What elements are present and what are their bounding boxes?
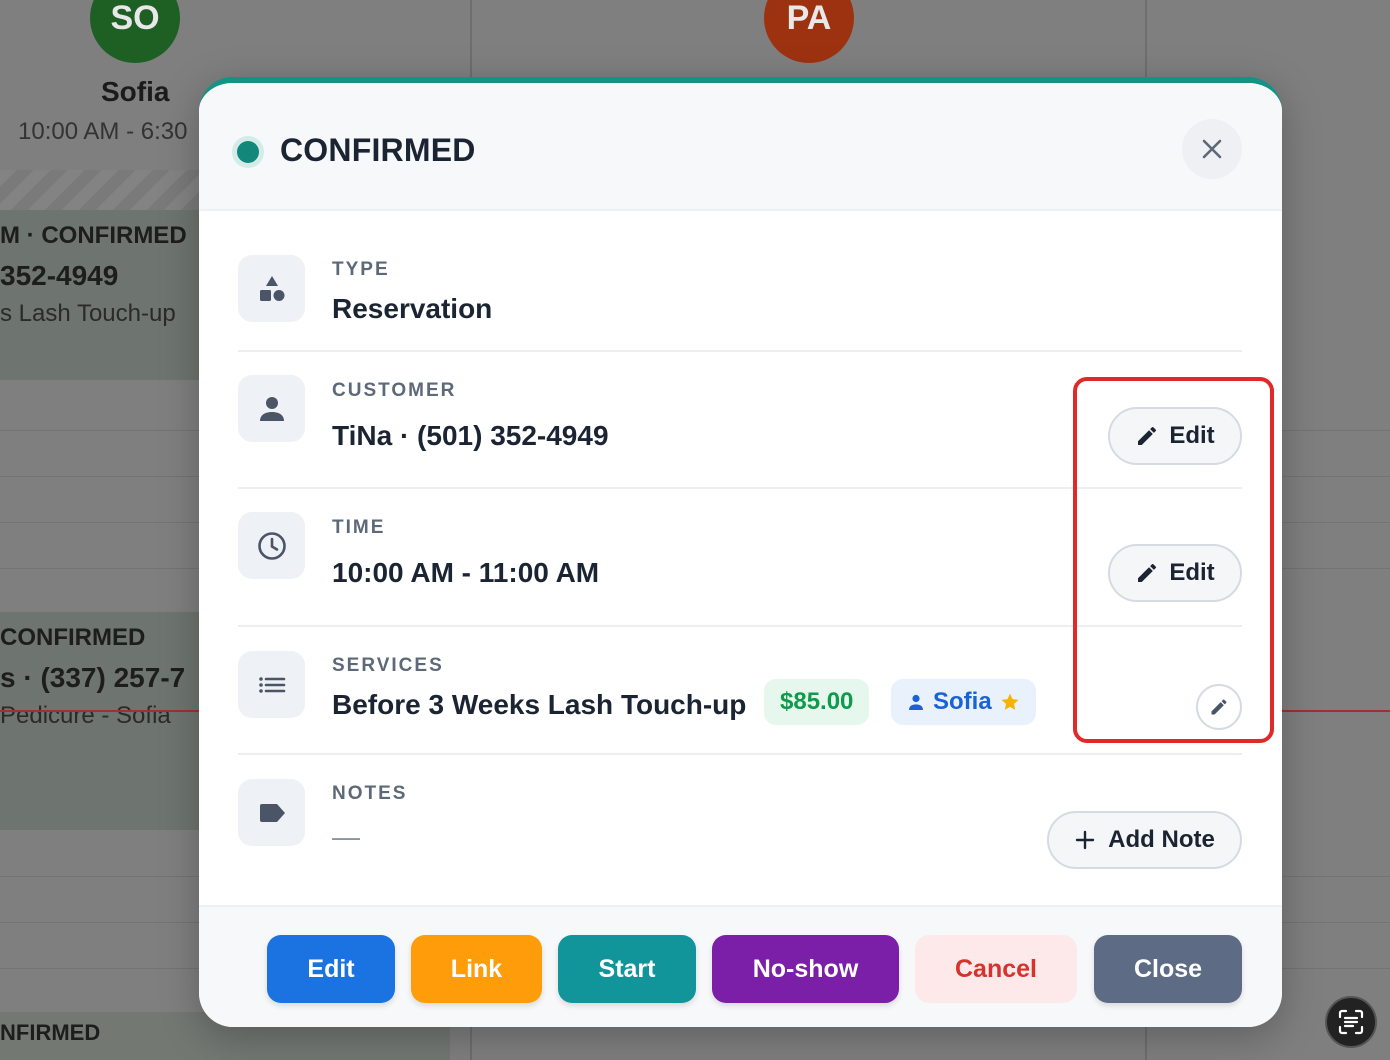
service-name: Before 3 Weeks Lash Touch-up <box>332 689 747 720</box>
edit-customer-button[interactable]: Edit <box>1108 407 1242 465</box>
pencil-icon <box>1138 563 1157 582</box>
star-icon <box>1001 693 1019 710</box>
services-label: SERVICES <box>332 655 444 676</box>
notes-row: NOTES — Add Note <box>238 755 1242 905</box>
edit-services-button[interactable] <box>1196 684 1242 730</box>
edit-time-button[interactable]: Edit <box>1108 544 1242 602</box>
start-button[interactable]: Start <box>558 935 696 1003</box>
tag-icon <box>238 779 305 846</box>
close-button-footer[interactable]: Close <box>1094 935 1242 1003</box>
appointment-phone: 352-4949 <box>0 260 119 291</box>
appointment-phone: s · (337) 257-7 <box>0 662 186 693</box>
services-row: SERVICES Before 3 Weeks Lash Touch-up $8… <box>238 627 1242 755</box>
edit-button-label: Edit <box>307 954 355 983</box>
scan-text-button[interactable] <box>1325 996 1377 1048</box>
link-button-label: Link <box>450 954 503 983</box>
pencil-icon <box>1138 426 1157 445</box>
close-button-label: Close <box>1133 954 1203 983</box>
person-icon <box>909 694 923 710</box>
type-value: Reservation <box>332 293 493 324</box>
type-row: TYPE Reservation <box>238 235 1242 352</box>
edit-label: Edit <box>1169 422 1215 449</box>
service-price: $85.00 <box>780 688 854 715</box>
scan-text-icon <box>1338 1009 1364 1035</box>
customer-value: TiNa · (501) 352-4949 <box>332 420 609 451</box>
service-price-badge: $85.00 <box>764 679 870 725</box>
close-button[interactable] <box>1182 119 1242 179</box>
appointment-status: CONFIRMED <box>0 624 146 651</box>
clock-icon <box>238 512 305 579</box>
time-label: TIME <box>332 517 386 538</box>
no-show-button[interactable]: No-show <box>712 935 899 1003</box>
notes-value: — <box>332 821 360 852</box>
blocked-time <box>0 170 200 210</box>
notes-label: NOTES <box>332 783 408 804</box>
cancel-button-label: Cancel <box>955 954 1037 983</box>
add-note-button[interactable]: Add Note <box>1047 811 1242 869</box>
appointment-details-modal: CONFIRMED TYPE Reservation CUSTOMER TiNa… <box>199 77 1282 1027</box>
appointment-status: NFIRMED <box>0 1020 101 1045</box>
type-label: TYPE <box>332 259 390 280</box>
appointment-service: Pedicure - Sofia <box>0 702 171 729</box>
staff-hours: 10:00 AM - 6:30 <box>18 118 188 145</box>
time-value: 10:00 AM - 11:00 AM <box>332 557 600 588</box>
shapes-icon <box>238 255 305 322</box>
service-staff-name: Sofia <box>933 688 992 715</box>
staff-avatar[interactable]: SO <box>90 0 180 63</box>
current-time-line <box>0 710 200 712</box>
staff-avatar[interactable]: PA <box>764 0 854 63</box>
no-show-button-label: No-show <box>752 954 859 983</box>
service-staff-badge: Sofia <box>891 679 1036 725</box>
appointment-status: M · CONFIRMED <box>0 222 187 249</box>
pencil-icon <box>1211 699 1227 715</box>
modal-footer: Edit Link Start No-show Cancel Close <box>199 905 1282 1027</box>
list-icon <box>238 651 305 718</box>
close-icon <box>1202 139 1222 159</box>
link-button[interactable]: Link <box>411 935 542 1003</box>
status-title: CONFIRMED <box>280 132 476 168</box>
edit-label: Edit <box>1169 559 1215 586</box>
customer-label: CUSTOMER <box>332 380 457 401</box>
start-button-label: Start <box>598 954 656 983</box>
avatar-initials: SO <box>110 0 160 37</box>
staff-name: Sofia <box>101 76 170 107</box>
add-note-label: Add Note <box>1108 826 1215 853</box>
status-dot <box>237 141 259 163</box>
current-time-line <box>1282 710 1390 712</box>
time-row: TIME 10:00 AM - 11:00 AM Edit <box>238 489 1242 627</box>
appointment-service: s Lash Touch-up <box>0 300 176 327</box>
avatar-initials: PA <box>786 0 832 37</box>
customer-row: CUSTOMER TiNa · (501) 352-4949 Edit <box>238 352 1242 489</box>
cancel-button[interactable]: Cancel <box>915 935 1077 1003</box>
person-icon <box>238 375 305 442</box>
plus-icon <box>1075 830 1095 850</box>
edit-button[interactable]: Edit <box>267 935 395 1003</box>
modal-header: CONFIRMED <box>199 83 1282 211</box>
